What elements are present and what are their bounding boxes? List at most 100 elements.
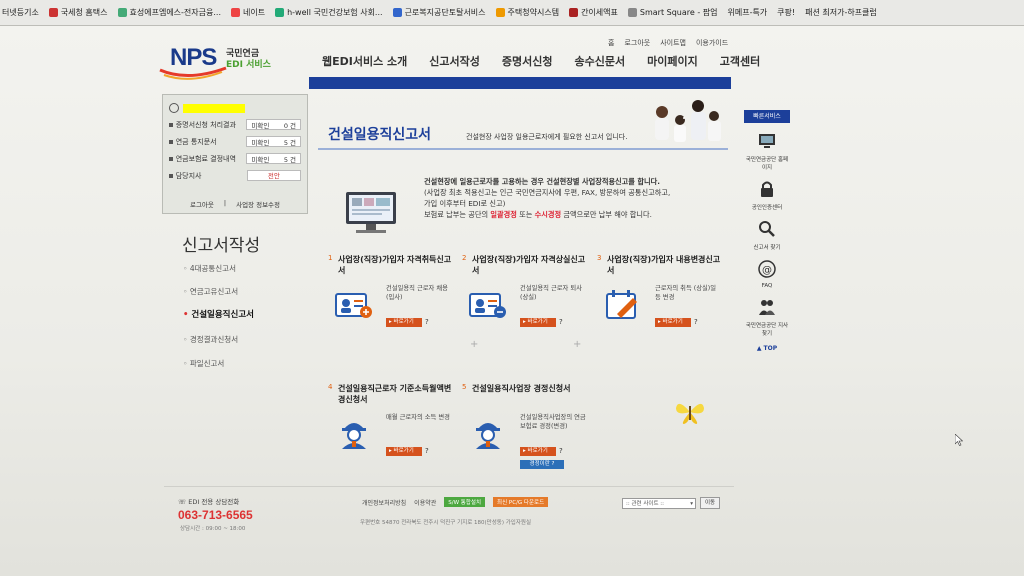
logout-link[interactable]: 로그아웃 [190,199,214,209]
download-button[interactable]: 최신 PC/G 다운로드 [493,497,549,507]
form-card-loss: 2 사업장(직장)가입자 자격상실신고서 건설일용직 근로자 퇴사 (상실) ▸… [462,254,586,327]
bookmark-item[interactable]: 네이트 [231,7,265,18]
logo-text: NPS [170,44,217,71]
nav-item-report[interactable]: 신고서작성 [429,53,480,69]
nav-item-mypage[interactable]: 마이페이지 [647,53,698,69]
bookmark-item[interactable]: 위메프-특가 [727,7,767,18]
related-sites-select[interactable]: :: 관련 사이트 :: ▾ [622,498,696,509]
butterfly-icon [676,403,704,424]
status-row[interactable]: 연금보험료 결정내역 미확인 5 건 [169,151,301,166]
status-row[interactable]: 증명서신청 처리결과 미확인 0 건 [169,117,301,132]
go-button[interactable]: ▸ 바로가기 [520,318,556,327]
bookmark-item[interactable]: 근로복지공단토탈서비스 [392,7,486,18]
util-link-home[interactable]: 홈 [608,38,614,48]
bookmark-item[interactable]: 효성에프엠에스-전자금융... [117,7,221,18]
user-icon [169,103,179,113]
go-button[interactable]: ▸ 바로가기 [520,447,556,456]
correction-info-button[interactable]: 경정이란 ? [520,460,564,469]
login-status-box: 증명서신청 처리결과 미확인 0 건 연금 통지문서 미확인 5 건 연금보험료 결… [162,94,308,214]
footer-links: 개인정보처리방침 이용약관 S/W 통합설치 최신 PC/G 다운로드 [362,497,549,507]
page: NPS 국민연금 EDI 서비스 홈 로그아웃 사이트맵 이용가이드 웹EDI서… [0,26,1024,576]
bullet-icon [169,139,173,144]
faq-icon: @ [758,260,776,278]
edit-business-link[interactable]: 사업장 정보수정 [236,199,280,209]
bookmark-item[interactable]: h-well 국민건강보험 사회... [275,7,383,18]
nav-item-support[interactable]: 고객센터 [720,53,760,69]
util-link-sitemap[interactable]: 사이트맵 [660,38,686,48]
quick-item-faq[interactable]: @ FAQ [744,259,790,289]
bookmark-icon [392,8,402,17]
nav-underline-bar [309,77,731,89]
id-card-minus-icon [469,293,506,318]
monitor-icon [759,134,775,148]
monitor-illustration-icon [346,192,396,233]
user-name-redacted [183,103,245,113]
bullet-icon [169,122,173,127]
bullet-icon [169,156,173,161]
quick-item-cert[interactable]: 공인인증센터 [744,179,790,211]
family-illustration-icon [655,100,721,142]
main-nav: 웹EDI서비스 소개 신고서작성 증명서신청 송수신문서 마이페이지 고객센터 [322,53,760,69]
nav-item-certificate[interactable]: 증명서신청 [502,53,553,69]
bookmark-item[interactable]: 패션 최저가-하프클럽 [805,7,877,18]
lnb-item-active[interactable]: • 건설일용직신고서 [183,308,254,320]
bookmark-icon [275,8,285,17]
headset-icon: ☏ [178,498,187,506]
util-link-logout[interactable]: 로그아웃 [624,38,650,48]
go-site-button[interactable]: 이동 [700,497,720,509]
people-icon [759,300,775,315]
go-button[interactable]: ▸ 바로가기 [655,318,691,327]
worker-helmet-icon [342,423,366,449]
id-card-plus-icon [335,293,372,318]
help-icon[interactable]: ? [694,318,698,326]
lnb-item[interactable]: ◦ 경정결과신청서 [183,334,238,345]
call-number: 063-713-6565 [178,508,253,522]
sw-install-button[interactable]: S/W 통합설치 [444,497,486,507]
bookmark-item[interactable]: 쿠팡! [777,7,795,18]
privacy-link[interactable]: 개인정보처리방침 [362,498,406,507]
form-card-acquisition: 1 사업장(직장)가입자 자격취득신고서 건설일용직 근로자 채용 (입사) ▸… [328,254,452,327]
lnb-item[interactable]: ◦ 4대공통신고서 [183,263,236,274]
logo-subtitle: EDI 서비스 [226,60,271,70]
go-button[interactable]: ▸ 바로가기 [386,318,422,327]
call-hours: 상담시간 : 09:00 ~ 18:00 [180,526,246,532]
lnb-item[interactable]: ◦ 연금고유신고서 [183,286,238,297]
bookmark-item[interactable]: 국세청 홈택스 [48,7,108,18]
form-card-income-change: 4 건설일용직근로자 기준소득월액변경신청서 매월 근로자의 소득 변경 ▸ 바… [328,383,452,456]
util-link-guide[interactable]: 이용가이드 [696,38,728,48]
lnb-item[interactable]: ◦ 파일신고서 [183,358,224,369]
quick-item-homepage[interactable]: 국민연금공단 홈페이지 [744,131,790,171]
quick-menu-title: 빠른서비스 [744,110,790,123]
bookmark-item[interactable]: Smart Square - 팝업 [627,7,717,18]
back-to-top-link[interactable]: ▲ TOP [744,345,790,352]
nav-item-intro[interactable]: 웹EDI서비스 소개 [322,53,407,69]
plus-divider-icon: + [470,339,479,350]
calendar-edit-icon [606,290,637,319]
help-icon[interactable]: ? [559,447,563,455]
bookmark-item[interactable]: 간이세액표 [569,7,618,18]
page-title: 건설일용직신고서 [328,127,432,143]
go-button[interactable]: ▸ 바로가기 [386,447,422,456]
search-icon [759,221,775,237]
plus-divider-icon: + [573,339,582,350]
footer-divider [164,486,734,487]
form-card-correction: 5 건설일용직사업장 경정신청서 건설일용직사업장의 연금보험료 경정(변경) … [462,383,586,469]
bookmark-item[interactable]: 주택청약시스템 [495,7,559,18]
call-label: ☏ EDI 전용 상담전화 [178,498,240,506]
status-row[interactable]: 연금 통지문서 미확인 5 건 [169,134,301,149]
bookmarks-bar: 터넷등기소 국세청 홈택스 효성에프엠에스-전자금융... 네이트 h-well… [0,0,1024,26]
bookmark-icon [627,8,637,17]
terms-link[interactable]: 이용약관 [414,498,436,507]
site-logo[interactable]: NPS 국민연금 EDI 서비스 [158,42,288,82]
lnb-title: 신고서작성 [182,236,261,256]
help-icon[interactable]: ? [559,318,563,326]
svg-text:@: @ [762,265,772,276]
bookmark-item[interactable]: 터넷등기소 [2,7,39,18]
help-icon[interactable]: ? [425,318,429,326]
bookmark-icon [495,8,505,17]
help-icon[interactable]: ? [425,447,429,455]
nav-item-documents[interactable]: 송수신문서 [575,53,626,69]
chevron-down-icon: ▾ [690,501,693,507]
quick-item-branch[interactable]: 국민연금공단 지사찾기 [744,297,790,337]
quick-item-find-form[interactable]: 신고서 찾기 [744,219,790,251]
